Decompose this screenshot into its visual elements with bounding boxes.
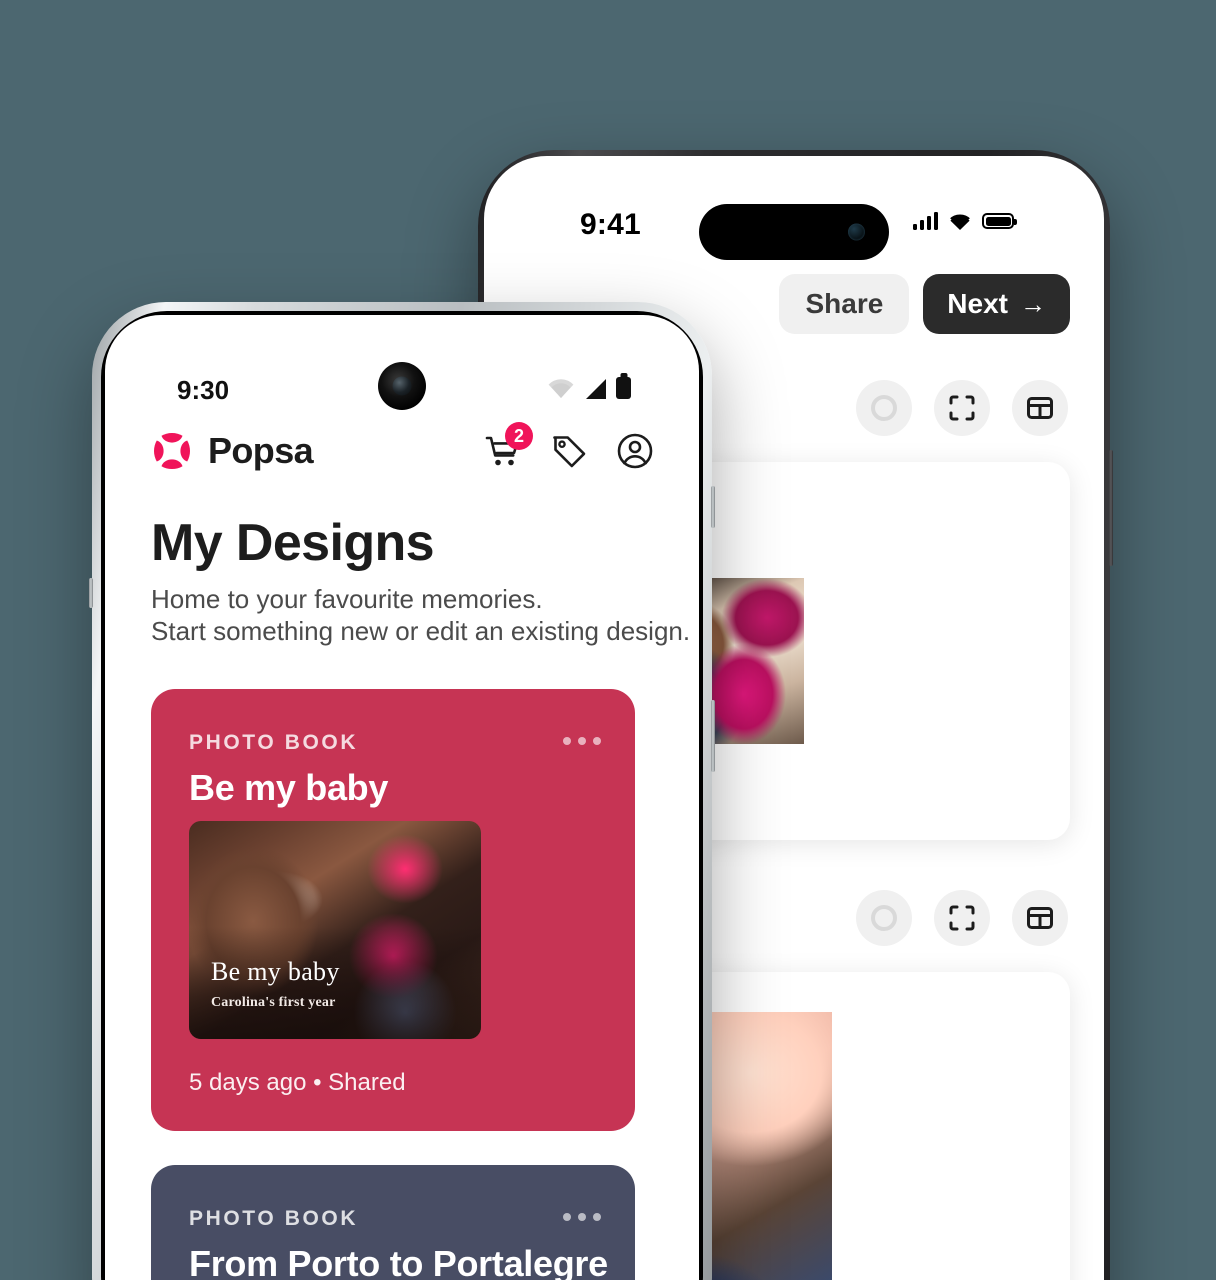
- fullscreen-icon: [949, 395, 975, 421]
- design-card-from-porto-to-portalegre[interactable]: PHOTO BOOK From Porto to Portalegre: [151, 1165, 635, 1280]
- next-button[interactable]: Next →: [923, 274, 1070, 334]
- header-actions: 2: [483, 422, 655, 471]
- more-options-icon[interactable]: [563, 737, 601, 745]
- grid-layout-button[interactable]: [1012, 890, 1068, 946]
- next-button-label: Next: [947, 288, 1008, 319]
- design-cover-thumbnail[interactable]: Be my baby Carolina's first year: [189, 821, 481, 1039]
- cover-subtitle: Carolina's first year: [211, 995, 336, 1010]
- statusbar-time: 9:41: [580, 208, 641, 241]
- account-icon[interactable]: [615, 431, 655, 471]
- brand[interactable]: Popsa: [151, 430, 314, 472]
- design-card-be-my-baby[interactable]: PHOTO BOOK Be my baby Be my baby Carolin…: [151, 689, 635, 1131]
- brand-name: Popsa: [208, 430, 314, 471]
- circle-icon: [871, 905, 897, 931]
- wifi-icon: [947, 211, 973, 231]
- app-header: Popsa 2: [105, 413, 699, 489]
- design-card-title: Be my baby: [189, 767, 389, 808]
- page-tools-row-2: [856, 890, 1068, 946]
- editor-toolbar: Share Next →: [779, 274, 1070, 334]
- front-phone-screen: 9:30 Popsa 2 My Designs Home to your fav…: [105, 315, 699, 1280]
- arrow-right-icon: →: [1020, 289, 1046, 319]
- circle-button[interactable]: [856, 380, 912, 436]
- battery-icon: [616, 377, 631, 399]
- front-phone-device: 9:30 Popsa 2 My Designs Home to your fav…: [89, 302, 715, 1280]
- circle-icon: [871, 395, 897, 421]
- volume-down-button[interactable]: [711, 700, 715, 772]
- volume-up-button[interactable]: [711, 486, 715, 528]
- cover-title: Be my baby: [211, 957, 340, 986]
- grid-layout-icon: [1027, 397, 1053, 419]
- design-card-title: From Porto to Portalegre: [189, 1243, 608, 1280]
- front-camera-icon: [848, 223, 865, 241]
- page-tools-row-1: [856, 380, 1068, 436]
- side-button[interactable]: [89, 578, 93, 608]
- page-subtitle-line-1: Home to your favourite memories.: [151, 584, 543, 614]
- fullscreen-icon: [949, 905, 975, 931]
- fullscreen-button[interactable]: [934, 890, 990, 946]
- cellular-signal-icon: [584, 379, 606, 399]
- circle-button[interactable]: [856, 890, 912, 946]
- cart-icon[interactable]: 2: [483, 422, 533, 471]
- design-card-meta: 5 days ago • Shared: [189, 1069, 406, 1096]
- cart-badge: 2: [505, 422, 533, 450]
- more-options-icon[interactable]: [563, 1213, 601, 1221]
- page-subtitle: Home to your favourite memories. Start s…: [151, 583, 690, 647]
- page-title: My Designs: [151, 514, 435, 572]
- dynamic-island: [699, 204, 889, 260]
- fullscreen-button[interactable]: [934, 380, 990, 436]
- page-subtitle-line-2: Start something new or edit an existing …: [151, 616, 691, 647]
- share-button[interactable]: Share: [779, 274, 910, 334]
- design-card-kicker: PHOTO BOOK: [189, 1207, 359, 1230]
- statusbar-indicators: [548, 373, 631, 399]
- popsa-star-logo-icon: [151, 430, 193, 472]
- back-phone-statusbar: 9:41: [484, 156, 1104, 260]
- grid-layout-button[interactable]: [1012, 380, 1068, 436]
- design-card-kicker: PHOTO BOOK: [189, 731, 359, 754]
- battery-icon: [982, 213, 1017, 229]
- statusbar-indicators: [912, 208, 1017, 234]
- front-camera-icon: [378, 362, 426, 410]
- statusbar-time: 9:30: [177, 375, 230, 405]
- grid-layout-icon: [1027, 907, 1053, 929]
- tag-icon[interactable]: [549, 431, 589, 471]
- cellular-signal-icon: [912, 212, 938, 230]
- wifi-icon: [548, 379, 574, 398]
- power-button[interactable]: [1109, 450, 1113, 566]
